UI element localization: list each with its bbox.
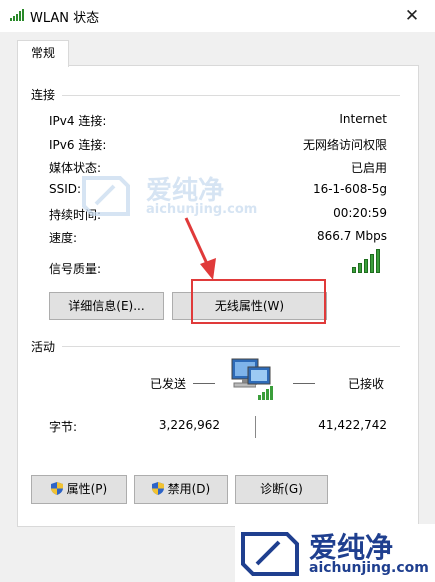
- received-label: 已接收: [348, 377, 385, 391]
- connection-section-label: 连接: [31, 88, 56, 102]
- signal-quality-label: 信号质量:: [49, 262, 102, 276]
- shield-icon: [50, 482, 63, 495]
- activity-section-label: 活动: [31, 340, 56, 354]
- window-title: WLAN 状态: [30, 11, 100, 26]
- network-computers-icon: [231, 358, 276, 401]
- disable-button[interactable]: 禁用(D): [134, 475, 228, 504]
- watermark-url-text: aichunjing.com: [309, 560, 429, 576]
- shield-icon: [151, 482, 164, 495]
- close-icon: ✕: [404, 6, 420, 26]
- received-line: [293, 383, 315, 384]
- ipv4-value: Internet: [339, 112, 387, 126]
- sent-line: [193, 383, 215, 384]
- wifi-title-icon: [10, 9, 24, 21]
- bottom-watermark: 爱纯净 aichunjing.com: [235, 524, 435, 582]
- speed-label: 速度:: [49, 231, 78, 245]
- bytes-received-value: 41,422,742: [318, 418, 387, 432]
- highlight-box: [191, 279, 326, 324]
- diagnose-button[interactable]: 诊断(G): [235, 475, 328, 504]
- activity-divider: [62, 346, 400, 347]
- annotation-arrow-icon: [184, 217, 216, 280]
- connection-divider: [62, 95, 400, 96]
- ssid-label: SSID:: [49, 182, 82, 196]
- signal-strength-icon: [352, 249, 384, 273]
- ipv6-value: 无网络访问权限: [302, 138, 387, 152]
- aichunjing-logo-icon: [82, 176, 130, 216]
- center-watermark: 爱纯净 aichunjing.com: [80, 170, 270, 220]
- close-button[interactable]: ✕: [398, 2, 426, 30]
- properties-button[interactable]: 属性(P): [31, 475, 127, 504]
- properties-button-label: 属性(P): [66, 482, 108, 496]
- details-button[interactable]: 详细信息(E)...: [49, 292, 164, 320]
- ipv6-label: IPv6 连接:: [49, 138, 107, 152]
- disable-button-label: 禁用(D): [167, 482, 211, 496]
- ipv4-label: IPv4 连接:: [49, 114, 107, 128]
- sent-label: 已发送: [150, 377, 187, 391]
- background-window-strip: [0, 32, 12, 582]
- tab-general[interactable]: 常规: [17, 40, 69, 67]
- aichunjing-logo-icon: [241, 532, 299, 576]
